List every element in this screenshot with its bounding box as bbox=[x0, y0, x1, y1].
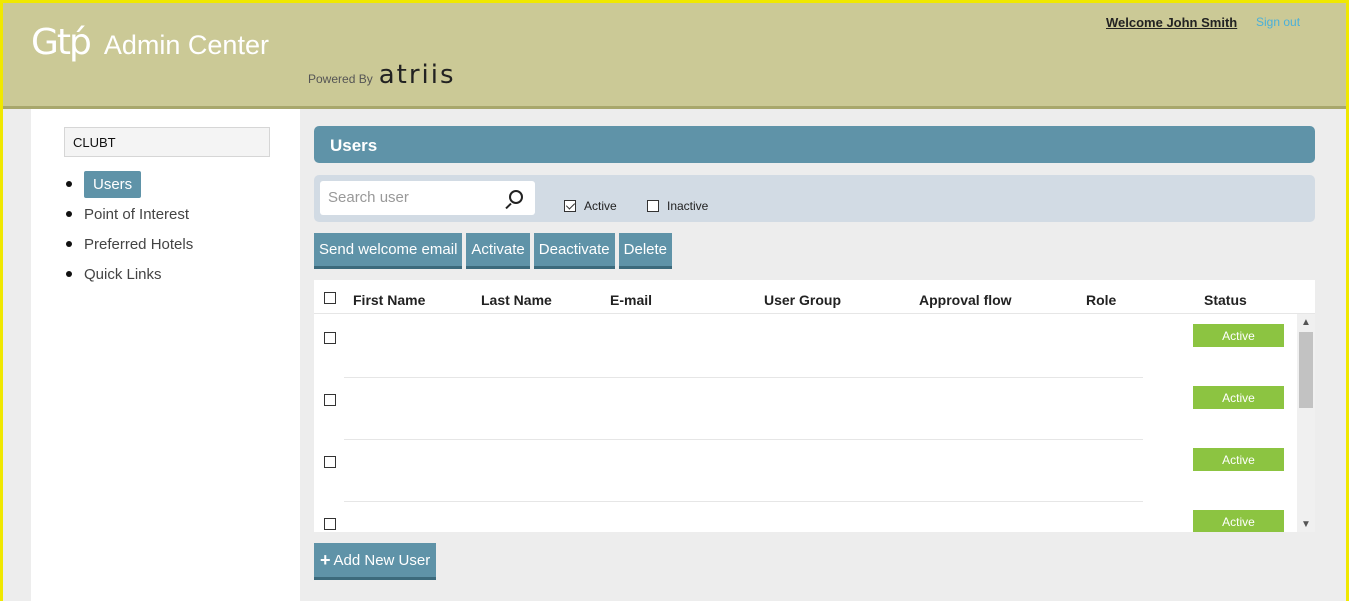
atriis-logo: atriis bbox=[378, 60, 456, 90]
row-checkbox[interactable] bbox=[324, 394, 336, 406]
sign-out-link[interactable]: Sign out bbox=[1256, 15, 1300, 29]
status-badge: Active bbox=[1193, 324, 1284, 347]
column-approval-flow[interactable]: Approval flow bbox=[919, 292, 1012, 308]
add-new-user-button[interactable]: + Add New User bbox=[314, 543, 437, 580]
row-checkbox[interactable] bbox=[324, 332, 336, 344]
table-row[interactable]: Active bbox=[314, 502, 1298, 532]
inactive-checkbox[interactable] bbox=[647, 200, 659, 212]
logo: Gtṕ Admin Center bbox=[31, 23, 269, 63]
bullet-icon bbox=[66, 241, 72, 247]
column-first-name[interactable]: First Name bbox=[353, 292, 425, 308]
filter-bar: Active Inactive bbox=[314, 175, 1315, 222]
search-icon[interactable] bbox=[509, 190, 523, 204]
filter-active-label: Active bbox=[584, 199, 617, 213]
active-checkbox[interactable] bbox=[564, 200, 576, 212]
bullet-icon bbox=[66, 211, 72, 217]
column-status[interactable]: Status bbox=[1204, 292, 1247, 308]
column-role[interactable]: Role bbox=[1086, 292, 1116, 308]
deactivate-button[interactable]: Deactivate bbox=[533, 233, 615, 269]
filter-active[interactable]: Active bbox=[564, 199, 617, 213]
status-badge: Active bbox=[1193, 448, 1284, 471]
table-row[interactable]: Active bbox=[314, 440, 1298, 502]
app-frame: Gtṕ Admin Center Powered By atriis Welco… bbox=[0, 0, 1349, 601]
scroll-up-icon[interactable]: ▲ bbox=[1297, 314, 1315, 330]
column-email[interactable]: E-mail bbox=[610, 292, 652, 308]
gtp-logo-icon: Gtṕ bbox=[31, 22, 92, 63]
sidebar-item-label: Quick Links bbox=[84, 265, 162, 283]
welcome-user-link[interactable]: Welcome John Smith bbox=[1106, 15, 1237, 30]
search-box bbox=[320, 181, 535, 215]
client-selector[interactable]: CLUBT bbox=[64, 127, 270, 157]
bullet-icon bbox=[66, 271, 72, 277]
column-user-group[interactable]: User Group bbox=[764, 292, 841, 308]
sidebar-item-preferred-hotels[interactable]: Preferred Hotels bbox=[64, 229, 193, 259]
status-badge: Active bbox=[1193, 510, 1284, 532]
add-new-user-label: Add New User bbox=[333, 551, 431, 569]
row-checkbox[interactable] bbox=[324, 518, 336, 530]
send-welcome-email-button[interactable]: Send welcome email bbox=[314, 233, 463, 269]
sidebar-item-label: Point of Interest bbox=[84, 205, 190, 223]
table-header: First Name Last Name E-mail User Group A… bbox=[314, 280, 1315, 314]
powered-by-label: Powered By bbox=[308, 72, 373, 86]
table-row[interactable]: Active bbox=[314, 378, 1298, 440]
plus-icon: + bbox=[320, 549, 331, 570]
sidebar-item-label: Users bbox=[84, 170, 142, 198]
scroll-down-icon[interactable]: ▼ bbox=[1297, 516, 1315, 532]
activate-button[interactable]: Activate bbox=[466, 233, 530, 269]
users-table: First Name Last Name E-mail User Group A… bbox=[314, 280, 1315, 532]
header: Gtṕ Admin Center Powered By atriis Welco… bbox=[3, 3, 1346, 109]
page-title: Users bbox=[314, 126, 1315, 163]
filter-inactive-label: Inactive bbox=[667, 199, 709, 213]
sidebar: CLUBT Users Point of Interest Preferred … bbox=[31, 109, 300, 601]
sidebar-item-label: Preferred Hotels bbox=[84, 235, 194, 253]
row-checkbox[interactable] bbox=[324, 456, 336, 468]
select-all-checkbox[interactable] bbox=[324, 292, 336, 304]
search-input[interactable] bbox=[320, 181, 490, 213]
bullet-icon bbox=[66, 181, 72, 187]
status-badge: Active bbox=[1193, 386, 1284, 409]
sidebar-nav: Users Point of Interest Preferred Hotels… bbox=[64, 169, 193, 289]
powered-by: Powered By atriis bbox=[308, 61, 456, 89]
sidebar-item-quick-links[interactable]: Quick Links bbox=[64, 259, 193, 289]
table-row[interactable]: Active bbox=[314, 316, 1298, 378]
column-last-name[interactable]: Last Name bbox=[481, 292, 552, 308]
app-title: Admin Center bbox=[103, 30, 269, 60]
sidebar-item-point-of-interest[interactable]: Point of Interest bbox=[64, 199, 193, 229]
sidebar-item-users[interactable]: Users bbox=[64, 169, 193, 199]
delete-button[interactable]: Delete bbox=[618, 233, 672, 269]
filter-inactive[interactable]: Inactive bbox=[647, 199, 708, 213]
scroll-thumb[interactable] bbox=[1299, 332, 1313, 408]
action-toolbar: Send welcome email Activate Deactivate D… bbox=[314, 233, 672, 269]
table-scrollbar[interactable]: ▲ ▼ bbox=[1297, 314, 1315, 532]
